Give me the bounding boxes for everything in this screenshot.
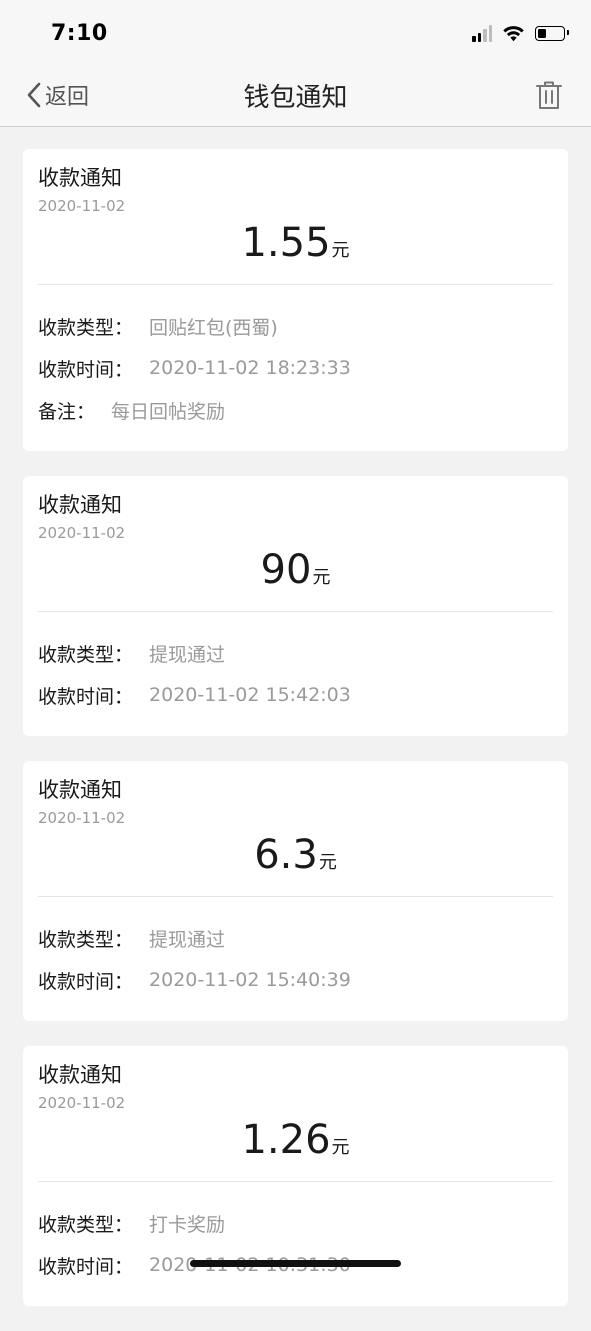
card-title: 收款通知 (38, 1063, 122, 1087)
detail-rows: 收款类型： 回贴红包(西蜀) 收款时间： 2020-11-02 18:23:33 备注：… (38, 285, 553, 451)
wifi-icon (503, 25, 524, 41)
field-value: 提现通过 (149, 928, 226, 951)
notification-card[interactable]: 收款通知2020-11-021.26元收款类型：打卡奖励收款时间：2020-11… (23, 1046, 568, 1306)
card-title: 收款通知 (38, 166, 122, 190)
amount-value: 1.55 (241, 220, 331, 266)
detail-row: 收款类型： 打卡奖励 (38, 1202, 553, 1244)
field-value: 提现通过 (149, 643, 226, 666)
battery-icon (535, 25, 569, 41)
detail-row: 收款时间： 2020-11-02 15:40:39 (38, 959, 553, 1001)
detail-rows: 收款类型： 提现通过 收款时间： 2020-11-02 15:40:39 (38, 897, 553, 1021)
card-date: 2020-11-02 (38, 524, 126, 542)
amount-value: 1.26 (241, 1117, 331, 1163)
field-value: 每日回帖奖励 (111, 400, 226, 423)
battery-level (538, 28, 546, 38)
field-label: 备注： (38, 400, 96, 423)
amount-value: 6.3 (254, 832, 318, 878)
field-value: 2020-11-02 18:23:33 (149, 357, 351, 379)
detail-row: 收款类型： 回贴红包(西蜀) (38, 305, 553, 347)
amount-row: 6.3元 (38, 828, 553, 882)
detail-row: 收款时间： 2020-11-02 18:23:33 (38, 347, 553, 389)
detail-row: 收款类型： 提现通过 (38, 632, 553, 674)
field-label: 收款类型： (38, 316, 134, 339)
amount-value: 90 (260, 547, 312, 593)
field-label: 收款时间： (38, 970, 134, 993)
signal-icon (472, 24, 492, 42)
card-title: 收款通知 (38, 493, 122, 517)
field-value: 2020-11-02 15:42:03 (149, 684, 351, 706)
field-value: 回贴红包(西蜀) (149, 316, 278, 339)
home-indicator (190, 1260, 401, 1267)
amount-row: 1.55元 (38, 216, 553, 270)
amount-row: 90元 (38, 543, 553, 597)
card-title: 收款通知 (38, 778, 122, 802)
field-label: 收款类型： (38, 1213, 134, 1236)
notification-card[interactable]: 收款通知 2020-11-02 1.55元 收款类型： 回贴红包(西蜀) 收款时间： 202… (23, 149, 568, 451)
card-date: 2020-11-02 (38, 197, 126, 215)
delete-button[interactable] (535, 79, 563, 111)
trash-icon (536, 81, 562, 109)
detail-row: 收款时间： 2020-11-02 15:42:03 (38, 674, 553, 716)
field-label: 收款类型： (38, 643, 134, 666)
notification-list: 收款通知 2020-11-02 1.55元 收款类型： 回贴红包(西蜀) 收款时间： 202… (23, 149, 568, 1331)
detail-row: 备注： 每日回帖奖励 (38, 389, 553, 431)
notification-card[interactable]: 收款通知 2020-11-02 90元 收款类型： 提现通过 收款时间： 2020-11-0… (23, 476, 568, 736)
nav-bar: 返回 钱包通知 (0, 68, 591, 127)
field-label: 收款时间： (38, 1255, 134, 1278)
detail-rows: 收款类型： 提现通过 收款时间： 2020-11-02 15:42:03 (38, 612, 553, 736)
field-value: 打卡奖励 (149, 1213, 226, 1236)
amount-row: 1.26元 (38, 1113, 553, 1167)
detail-rows: 收款类型：打卡奖励收款时间：2020-11-02 10:31:30 (38, 1182, 553, 1306)
amount-unit: 元 (331, 1137, 350, 1158)
amount-unit: 元 (312, 567, 331, 588)
amount-unit: 元 (331, 240, 350, 261)
status-time: 7:10 (51, 21, 108, 46)
status-icons (472, 24, 569, 42)
notification-card[interactable]: 收款通知 2020-11-02 6.3元 收款类型： 提现通过 收款时间： 2020-11-… (23, 761, 568, 1021)
field-value: 2020-11-02 15:40:39 (149, 969, 351, 991)
card-date: 2020-11-02 (38, 809, 126, 827)
amount-unit: 元 (318, 852, 337, 873)
page-title: 钱包通知 (243, 83, 348, 113)
field-label: 收款时间： (38, 358, 134, 381)
card-date: 2020-11-02 (38, 1094, 126, 1112)
detail-row: 收款类型： 提现通过 (38, 917, 553, 959)
status-bar: 7:10 (0, 0, 591, 68)
field-label: 收款类型： (38, 928, 134, 951)
field-label: 收款时间： (38, 685, 134, 708)
